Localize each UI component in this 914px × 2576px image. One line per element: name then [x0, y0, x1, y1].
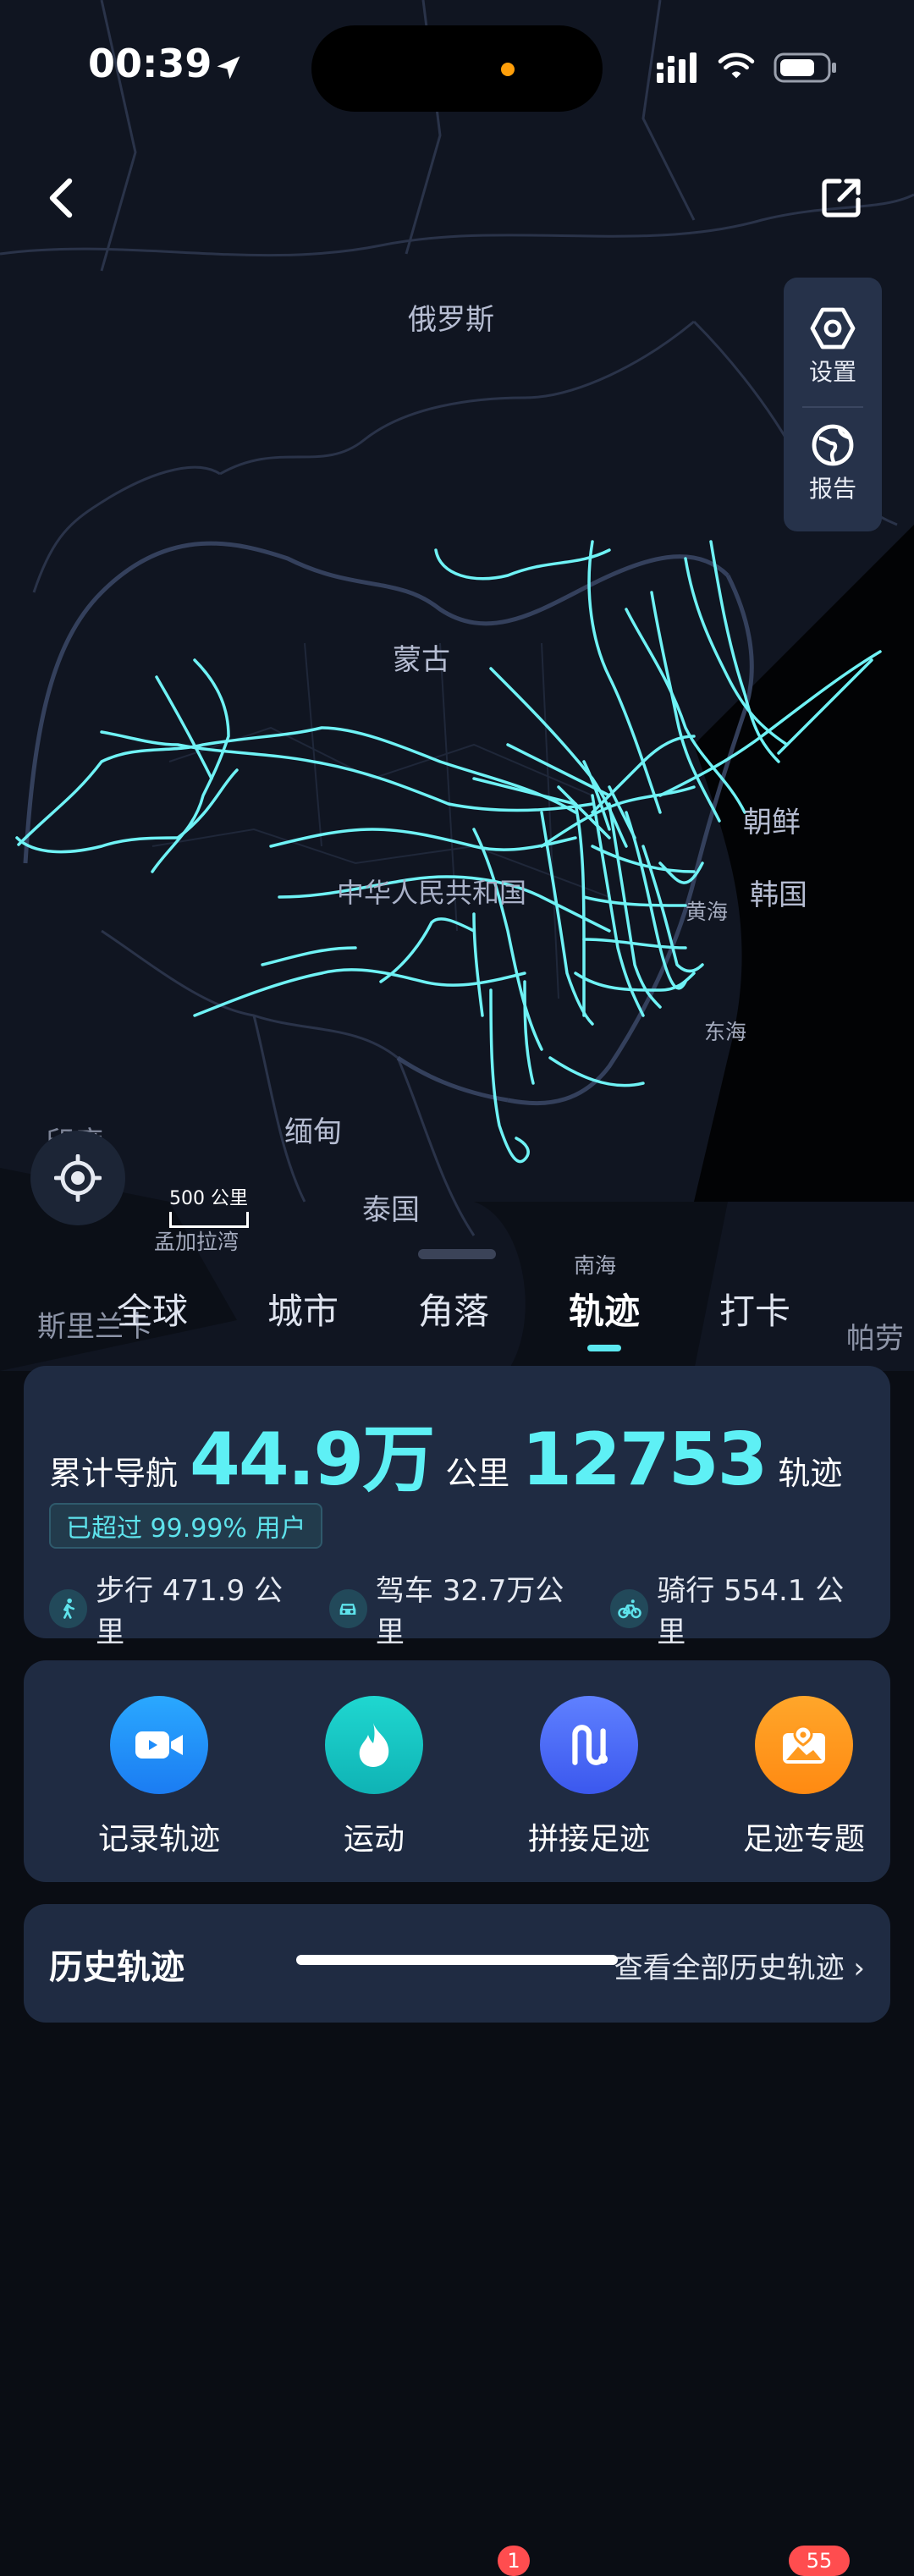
settings-button[interactable]: 设置	[784, 306, 882, 388]
map-label-thailand: 泰国	[362, 1193, 420, 1227]
map-canvas	[0, 0, 914, 1371]
tab-bar: 全球 城市 角落 1 轨迹 打卡 55	[0, 1269, 914, 2576]
view-all-history-label: 查看全部历史轨迹	[614, 1951, 845, 1985]
sheet-drag-handle[interactable]	[418, 1249, 496, 1259]
tab-tracks-label: 轨迹	[569, 1291, 641, 1332]
ride-stat: 骑行 554.1 公里	[610, 1567, 868, 1650]
footprint-topic-label: 足迹专题	[742, 1822, 865, 1857]
photo-map-icon	[755, 1696, 853, 1794]
settings-label: 设置	[808, 358, 856, 386]
side-panel-divider	[802, 406, 863, 408]
video-camera-icon	[110, 1696, 208, 1794]
record-track-label: 记录轨迹	[97, 1822, 220, 1857]
actions-card: 记录轨迹 运动 拼接足迹 足迹专题	[24, 1660, 890, 1882]
settings-hex-icon	[810, 307, 856, 350]
dynamic-island	[311, 25, 603, 112]
drive-stat: 驾车 32.7万公里	[328, 1567, 588, 1650]
map-label-mongolia: 蒙古	[393, 643, 450, 677]
ride-text: 骑行 554.1 公里	[657, 1574, 845, 1649]
map-side-panel: 设置 报告	[784, 278, 882, 531]
walk-icon	[49, 1589, 88, 1628]
map-label-myanmar: 缅甸	[284, 1115, 342, 1149]
chevron-right-icon: ›	[853, 1951, 865, 1985]
footprint-topic-button[interactable]: 足迹专题	[719, 1696, 889, 1858]
sport-label: 运动	[343, 1822, 405, 1857]
walk-stat: 步行 471.9 公里	[49, 1567, 307, 1650]
checkin-badge: 55	[789, 2546, 850, 2576]
globe-report-icon	[812, 424, 854, 466]
stitch-footprint-button[interactable]: 拼接足迹	[504, 1696, 674, 1858]
tab-city-label: 城市	[267, 1291, 339, 1332]
chevron-left-icon	[49, 178, 73, 218]
view-all-history-link[interactable]: 查看全部历史轨迹 ›	[614, 1945, 865, 1986]
map-label-south-korea: 韩国	[750, 878, 807, 912]
tab-checkin[interactable]: 打卡	[719, 1283, 790, 1335]
distance-unit: 公里	[445, 1455, 510, 1492]
history-title: 历史轨迹	[49, 1948, 184, 1987]
map-label-russia: 俄罗斯	[408, 303, 494, 337]
back-button[interactable]	[27, 164, 95, 232]
car-icon	[328, 1589, 367, 1628]
battery-icon	[774, 52, 836, 83]
report-label: 报告	[808, 475, 856, 503]
bicycle-icon	[610, 1589, 649, 1628]
map-label-east-sea: 东海	[704, 1020, 747, 1044]
corner-badge: 1	[498, 2546, 530, 2576]
tab-global[interactable]: 全球	[117, 1283, 188, 1335]
tracks-value: 12753	[521, 1417, 768, 1502]
share-button[interactable]	[807, 164, 875, 232]
map-label-bay-of-bengal: 孟加拉湾	[154, 1230, 240, 1254]
report-button[interactable]: 报告	[784, 423, 882, 504]
location-arrow-icon	[217, 56, 240, 80]
rank-badge: 已超过 99.99% 用户	[49, 1503, 323, 1549]
map-label-north-korea: 朝鲜	[743, 806, 801, 839]
map-label-yellow-sea: 黄海	[686, 900, 729, 924]
travel-modes: 步行 471.9 公里 驾车 32.7万公里 骑行 554.1 公里	[49, 1567, 890, 1650]
privacy-dot	[501, 63, 515, 76]
distance-value: 44.9万	[190, 1417, 435, 1502]
cellular-signal-icon	[657, 52, 697, 83]
tracks-unit: 轨迹	[778, 1455, 843, 1492]
home-indicator	[296, 1955, 618, 1965]
total-navigation-label: 累计导航	[49, 1455, 179, 1492]
map-scale-label: 500 公里	[169, 1188, 248, 1209]
flame-icon	[325, 1696, 423, 1794]
record-track-button[interactable]: 记录轨迹	[74, 1696, 244, 1858]
sport-button[interactable]: 运动	[289, 1696, 459, 1858]
stats-card: 累计导航 44.9万 公里 12753 轨迹 已超过 99.99% 用户 步行 …	[24, 1366, 890, 1649]
share-icon	[822, 179, 861, 217]
stitch-footprint-label: 拼接足迹	[527, 1822, 650, 1857]
tab-checkin-label: 打卡	[719, 1291, 791, 1332]
crosshair-icon	[54, 1154, 102, 1202]
walk-text: 步行 471.9 公里	[96, 1574, 284, 1649]
map-label-china: 中华人民共和国	[337, 877, 527, 909]
tab-city[interactable]: 城市	[267, 1283, 339, 1335]
tab-corner-label: 角落	[418, 1291, 490, 1332]
locate-me-button[interactable]	[30, 1131, 125, 1225]
total-navigation-row: 累计导航 44.9万 公里 12753 轨迹	[49, 1400, 842, 1505]
map-scale: 500 公里	[169, 1183, 249, 1228]
drive-text: 驾车 32.7万公里	[375, 1574, 564, 1649]
map-scale-bar	[169, 1212, 249, 1228]
stitch-path-icon	[540, 1696, 638, 1794]
status-bar: 00:39	[0, 0, 914, 135]
active-tab-indicator	[587, 1345, 621, 1351]
wifi-icon	[718, 52, 755, 79]
map-view[interactable]: 俄罗斯 蒙古 中华人民共和国 朝鲜 韩国 黄海 东海 缅甸 泰国 南海 孟加拉湾…	[0, 0, 914, 1371]
tab-tracks[interactable]: 轨迹	[569, 1283, 641, 1351]
tab-corner[interactable]: 角落	[418, 1283, 489, 1335]
tab-global-label: 全球	[117, 1291, 189, 1332]
status-time: 00:39	[88, 41, 212, 86]
